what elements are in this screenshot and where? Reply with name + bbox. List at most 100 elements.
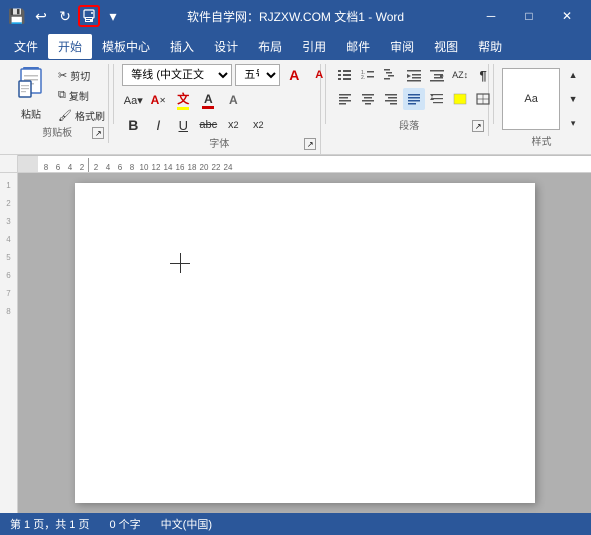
styles-label: 样式 [498,133,585,148]
menu-insert[interactable]: 插入 [160,34,204,59]
style-preview[interactable]: Aa [502,68,560,130]
title-bar: 💾 ↩ ↻ ▾ 软件自学网：RJZXW.COM 文档1 - Word ─ □ ✕ [0,0,591,32]
document-scroll-area[interactable] [18,173,591,513]
cut-button[interactable]: ✂ 剪切 [54,66,109,85]
style-scroll-down[interactable]: ▼ [562,88,584,110]
font-section: 等线 (中文正文 五号 A A Aa▾ A✕ 文 [118,64,321,154]
case-button[interactable]: Aa▾ [122,89,144,111]
maximize-button[interactable]: □ [511,2,547,30]
word-count: 0 个字 [109,516,140,532]
subscript-button[interactable]: x2 [222,114,244,136]
superscript-button[interactable]: x2 [247,114,269,136]
line-spacing-button[interactable] [426,88,448,110]
font-size-select[interactable]: 五号 [235,64,280,86]
borders-button[interactable] [472,88,494,110]
status-bar: 第 1 页，共 1 页 0 个字 中文(中国) [0,513,591,535]
customize-button[interactable]: ▾ [102,5,124,27]
document-area: 1 2 3 4 5 6 7 8 [0,173,591,513]
decrease-indent-button[interactable] [403,64,425,86]
style-scroll-up[interactable]: ▲ [562,64,584,86]
format-painter-button[interactable]: 🖌 格式刷 [54,106,109,125]
svg-text:2.: 2. [361,75,365,81]
minimize-button[interactable]: ─ [473,2,509,30]
font-row-1: 等线 (中文正文 五号 A A [122,64,330,86]
divider1 [113,64,114,124]
menu-design[interactable]: 设计 [204,34,248,59]
align-right-button[interactable] [380,88,402,110]
menu-home[interactable]: 开始 [48,34,92,59]
text-color-button[interactable]: A [197,89,219,111]
align-left-button[interactable] [334,88,356,110]
shade-button[interactable]: A [222,89,244,111]
paste-button[interactable]: 粘贴 [10,64,52,123]
font-grow-button[interactable]: A [283,64,305,86]
clear-format-button[interactable]: A✕ [147,89,169,111]
paragraph-section: 1.2. AZ↕ ¶ [330,64,489,136]
font-label: 字体 [118,135,320,150]
scissors-icon: ✂ [58,69,67,82]
underline-button[interactable]: U [172,114,194,136]
paragraph-controls: 1.2. AZ↕ ¶ [334,64,494,110]
redo-button[interactable]: ↻ [54,5,76,27]
menu-references[interactable]: 引用 [292,34,336,59]
window-title: 软件自学网：RJZXW.COM 文档1 - Word [151,8,441,25]
ruler-container: 8 6 4 2 2 4 6 8 10 12 14 16 18 20 22 24 [0,155,591,173]
clipboard-section: 粘贴 ✂ 剪切 ⧉ 复制 🖌 格式刷 剪贴 [6,64,109,143]
multilevel-list-button[interactable] [380,64,402,86]
print-preview-button[interactable] [78,5,100,27]
paragraph-label: 段落 [330,117,488,132]
font-row-3: B I U abc x2 x2 [122,114,330,136]
window-controls: ─ □ ✕ [440,2,585,30]
styles-controls: Aa ▲ ▼ ▾ [502,64,584,134]
painter-icon: 🖌 [58,109,72,122]
clipboard-small-buttons: ✂ 剪切 ⧉ 复制 🖌 格式刷 [54,66,109,125]
font-shrink-button[interactable]: A [308,64,330,86]
highlight-color-button[interactable]: 文 [172,89,194,111]
strikethrough-button[interactable]: abc [197,114,219,136]
copy-button[interactable]: ⧉ 复制 [54,86,109,105]
menu-review[interactable]: 审阅 [380,34,424,59]
menu-mailings[interactable]: 邮件 [336,34,380,59]
style-more[interactable]: ▾ [562,112,584,134]
bold-button[interactable]: B [122,114,144,136]
para-row-1: 1.2. AZ↕ ¶ [334,64,494,86]
para-row-2 [334,88,494,110]
menu-view[interactable]: 视图 [424,34,468,59]
menu-help[interactable]: 帮助 [468,34,512,59]
page-info: 第 1 页，共 1 页 [10,516,89,532]
font-expand[interactable]: ↗ [304,138,316,150]
font-family-select[interactable]: 等线 (中文正文 [122,64,232,86]
increase-indent-button[interactable] [426,64,448,86]
horizontal-ruler: 8 6 4 2 2 4 6 8 10 12 14 16 18 20 22 24 [18,155,591,172]
save-button[interactable]: 💾 [6,5,28,27]
undo-button[interactable]: ↩ [30,5,52,27]
style-preview-text: Aa [524,93,537,105]
ruler-left-side [0,155,18,172]
paste-label: 粘贴 [21,106,41,121]
quick-access-buttons: 💾 ↩ ↻ ▾ [6,5,124,27]
font-row-2: Aa▾ A✕ 文 A [122,89,330,111]
vertical-ruler: 1 2 3 4 5 6 7 8 [0,173,18,513]
clipboard-expand[interactable]: ↗ [92,127,104,139]
bullets-button[interactable] [334,64,356,86]
numbering-button[interactable]: 1.2. [357,64,379,86]
copy-icon: ⧉ [58,89,66,102]
font-controls: 等线 (中文正文 五号 A A Aa▾ A✕ 文 [122,64,330,136]
show-marks-button[interactable]: ¶ [472,64,494,86]
clipboard-controls: 粘贴 ✂ 剪切 ⧉ 复制 🖌 格式刷 [10,64,109,125]
ribbon: 粘贴 ✂ 剪切 ⧉ 复制 🖌 格式刷 剪贴 [0,60,591,155]
menu-template[interactable]: 模板中心 [92,34,160,59]
shading-button[interactable] [449,88,471,110]
quick-access-toolbar: 💾 ↩ ↻ ▾ [6,5,151,27]
sort-button[interactable]: AZ↕ [449,64,471,86]
close-button[interactable]: ✕ [549,2,585,30]
menu-layout[interactable]: 布局 [248,34,292,59]
justify-button[interactable] [403,88,425,110]
menu-bar: 文件 开始 模板中心 插入 设计 布局 引用 邮件 审阅 视图 帮助 [0,32,591,60]
document-page[interactable] [75,183,535,503]
menu-file[interactable]: 文件 [4,34,48,59]
styles-section: Aa ▲ ▼ ▾ 样式 [498,64,585,152]
align-center-button[interactable] [357,88,379,110]
paragraph-expand[interactable]: ↗ [472,120,484,132]
italic-button[interactable]: I [147,114,169,136]
